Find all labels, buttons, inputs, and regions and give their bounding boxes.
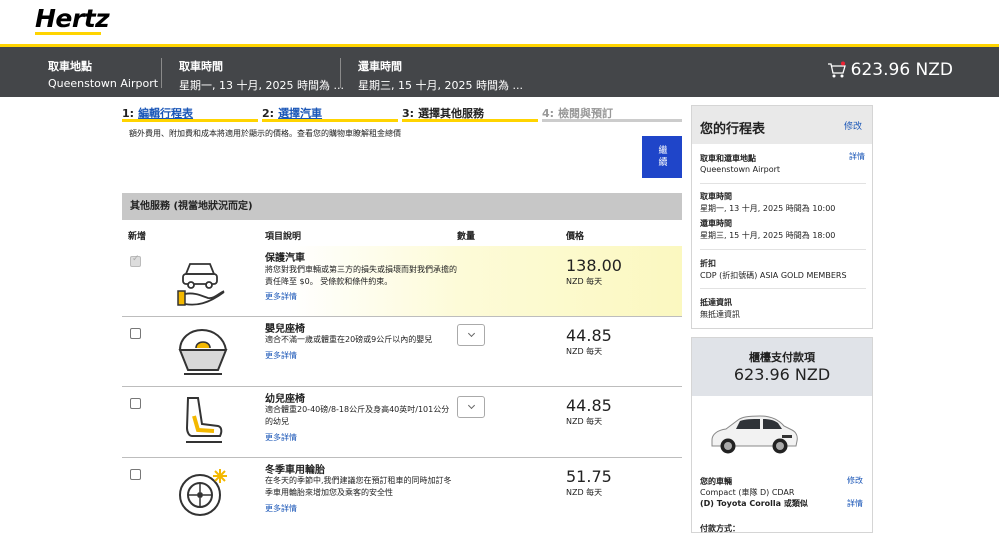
car-protection-icon	[174, 254, 232, 312]
service-price: 44.85	[566, 326, 612, 345]
service-row-car-protection: 保護汽車 將您對我們車輛或第三方的損失或損壞而對我們承擔的責任降至 $0。 受條…	[122, 246, 682, 317]
pricing-notice: 額外費用、附加費和成本將適用於顯示的價格。查看您的購物車瞭解租金總價	[129, 129, 401, 138]
more-details-link[interactable]: 更多詳情	[265, 291, 297, 302]
hertz-logo[interactable]: Hertz	[35, 4, 110, 33]
cart-amount: 623.96 NZD	[850, 60, 953, 80]
return-time-label: 還車時間	[358, 60, 402, 73]
service-description: 適合體重20-40磅/8-18公斤及身高40英吋/101公分的幼兒	[265, 405, 450, 426]
divider	[700, 288, 866, 289]
pickup-location-value: Queenstown Airport	[48, 77, 159, 90]
service-checkbox[interactable]	[130, 254, 141, 267]
service-title: 保護汽車	[265, 253, 305, 264]
service-checkbox[interactable]	[130, 398, 141, 409]
info-separator	[340, 58, 341, 88]
pickup-location-label: 取車地點	[48, 60, 92, 73]
payment-title: 櫃檯支付款項	[749, 351, 815, 364]
pickup-time-label: 取車時間	[700, 192, 732, 201]
discount-value: CDP (折扣號碼) ASIA GOLD MEMBERS	[700, 271, 847, 280]
location-label: 取車和還車地點	[700, 154, 756, 163]
infant-seat-icon	[174, 324, 232, 384]
payment-header: 櫃檯支付款項 623.96 NZD	[692, 338, 872, 396]
payment-method-label: 付款方式：	[700, 524, 740, 533]
reservation-summary-bar: 取車地點 Queenstown Airport 取車時間 星期一, 13 十月,…	[0, 47, 999, 97]
pickup-time-value: 星期一, 13 十月, 2025 時間為 ...	[179, 79, 344, 92]
itinerary-header: 您的行程表 修改	[692, 106, 872, 144]
service-price-unit: NZD 每天	[566, 488, 603, 497]
service-description: 適合不滿一歲或體重在20磅或9公斤以內的嬰兒	[265, 335, 433, 344]
pickup-location-block: 取車地點 Queenstown Airport	[48, 58, 158, 90]
return-time-block: 還車時間 星期三, 15 十月, 2025 時間為 ...	[358, 58, 523, 93]
vehicle-model: (D) Toyota Corolla 或類似	[700, 499, 808, 508]
top-header: Hertz	[0, 0, 999, 44]
service-checkbox[interactable]	[130, 328, 141, 339]
service-title: 嬰兒座椅	[265, 324, 305, 335]
cart-total[interactable]: 623.96 NZD	[827, 60, 953, 80]
vehicle-edit-link[interactable]: 修改	[847, 475, 863, 486]
more-details-link[interactable]: 更多詳情	[265, 432, 297, 443]
column-header-add: 新增	[128, 232, 147, 242]
itinerary-edit-link[interactable]: 修改	[844, 119, 862, 132]
child-seat-icon	[174, 394, 232, 454]
logo-underline	[35, 32, 101, 35]
column-header-quantity: 數量	[457, 232, 476, 242]
service-description: 將您對我們車輛或第三方的損失或損壞而對我們承擔的責任降至 $0。 受條款和條件約…	[265, 265, 457, 286]
info-separator	[161, 58, 162, 88]
service-price-unit: NZD 每天	[566, 347, 603, 356]
arrival-info-label: 抵達資訊	[700, 298, 732, 307]
service-price: 51.75	[566, 467, 612, 486]
pickup-time-label: 取車時間	[179, 60, 223, 73]
itinerary-title: 您的行程表	[700, 122, 766, 137]
service-price-unit: NZD 每天	[566, 277, 603, 286]
car-image	[708, 408, 800, 462]
step-progress-bar	[262, 119, 398, 122]
arrival-info-value: 無抵達資訊	[700, 310, 740, 319]
divider	[700, 183, 866, 184]
return-time-value: 星期三, 15 十月, 2025 時間為 18:00	[700, 231, 836, 240]
winter-tire-icon	[174, 465, 232, 525]
service-description: 在冬天的季節中,我們建議您在預訂租車的同時加訂冬季車用輪胎來增加您及乘客的安全性	[265, 476, 452, 497]
payment-amount: 623.96 NZD	[733, 365, 831, 384]
service-row-infant-seat: 嬰兒座椅 適合不滿一歲或體重在20磅或9公斤以內的嬰兒 更多詳情 44.85 N…	[122, 318, 682, 387]
column-header-price: 價格	[566, 232, 585, 242]
cart-icon[interactable]	[827, 61, 847, 84]
service-row-child-seat: 幼兒座椅 適合體重20-40磅/8-18公斤及身高40英吋/101公分的幼兒 更…	[122, 388, 682, 458]
quantity-select[interactable]	[457, 396, 485, 418]
vehicle-class: Compact (車隊 D) CDAR	[700, 488, 795, 497]
service-price-unit: NZD 每天	[566, 417, 603, 426]
more-details-link[interactable]: 更多詳情	[265, 350, 297, 361]
quantity-select[interactable]	[457, 324, 485, 346]
service-price: 44.85	[566, 396, 612, 415]
payment-panel: 櫃檯支付款項 623.96 NZD 您的車輛 修改 Compact (車隊 D)…	[691, 337, 873, 533]
more-details-link[interactable]: 更多詳情	[265, 503, 297, 514]
step-progress-bar	[122, 119, 258, 122]
return-time-value: 星期三, 15 十月, 2025 時間為 ...	[358, 79, 523, 92]
service-title: 冬季車用輪胎	[265, 465, 325, 476]
service-checkbox[interactable]	[130, 469, 141, 480]
service-price: 138.00	[566, 256, 622, 275]
service-row-winter-tires: 冬季車用輪胎 在冬天的季節中,我們建議您在預訂租車的同時加訂冬季車用輪胎來增加您…	[122, 459, 682, 533]
column-header-description: 項目說明	[265, 232, 302, 242]
return-time-label: 還車時間	[700, 219, 732, 228]
vehicle-label: 您的車輛	[700, 477, 732, 486]
step-progress-bar	[542, 119, 682, 122]
pickup-time-block: 取車時間 星期一, 13 十月, 2025 時間為 ...	[179, 58, 344, 93]
divider	[700, 249, 866, 250]
service-title: 幼兒座椅	[265, 394, 305, 405]
vehicle-details-link[interactable]: 詳情	[847, 498, 863, 509]
services-heading: 其他服務 (視當地狀況而定)	[122, 193, 682, 220]
discount-label: 折扣	[700, 259, 716, 268]
step-progress-bar	[402, 119, 538, 122]
pickup-time-value: 星期一, 13 十月, 2025 時間為 10:00	[700, 204, 836, 213]
itinerary-panel: 您的行程表 修改 取車和還車地點 詳情 Queenstown Airport 取…	[691, 105, 873, 329]
location-value: Queenstown Airport	[700, 165, 781, 174]
continue-button[interactable]: 繼續	[642, 136, 682, 178]
location-details-link[interactable]: 詳情	[849, 151, 865, 162]
